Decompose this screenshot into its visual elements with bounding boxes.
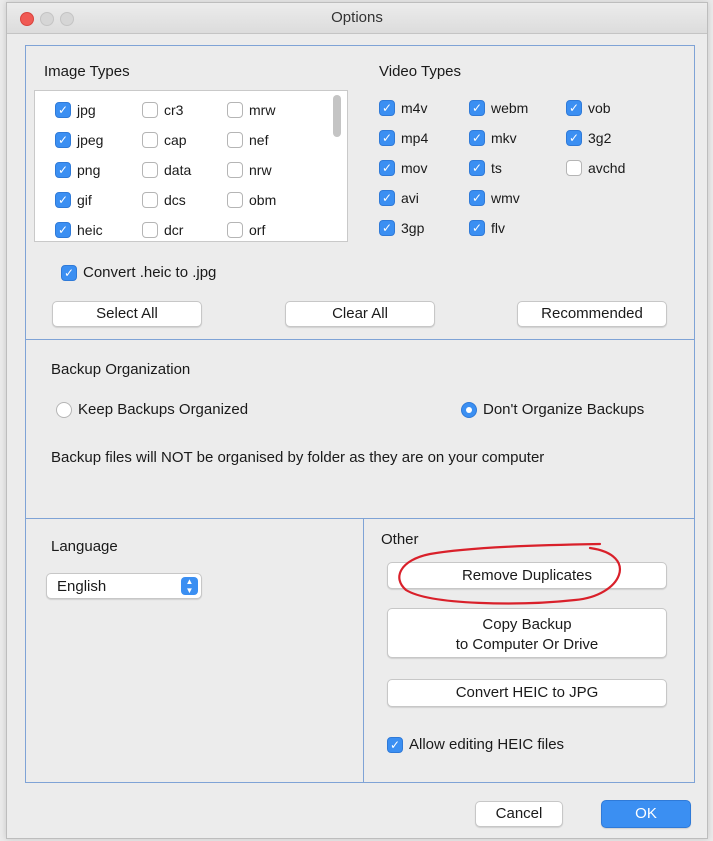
- select-all-button[interactable]: Select All: [52, 301, 202, 327]
- image-type-heic[interactable]: ✓ heic: [55, 222, 103, 238]
- recommended-button[interactable]: Recommended: [517, 301, 667, 327]
- checkbox-icon: ✓: [55, 192, 71, 208]
- remove-duplicates-button[interactable]: Remove Duplicates: [387, 562, 667, 589]
- stepper-arrows-icon: ▲ ▼: [181, 577, 198, 595]
- image-types-list: ✓ jpg cr3 mrw ✓ jpeg cap nef ✓ png data nrw…: [34, 90, 348, 242]
- checkbox-icon: [227, 192, 243, 208]
- checkbox-icon: ✓: [379, 160, 395, 176]
- cancel-button[interactable]: Cancel: [475, 801, 563, 827]
- checkbox-icon: ✓: [387, 736, 403, 753]
- image-type-obm[interactable]: obm: [227, 192, 276, 208]
- section-divider: [26, 339, 694, 340]
- image-type-cr3[interactable]: cr3: [142, 102, 183, 118]
- video-type-webm[interactable]: ✓ webm: [469, 100, 528, 116]
- video-type-ts[interactable]: ✓ ts: [469, 160, 502, 176]
- checkbox-icon: [142, 132, 158, 148]
- video-type-m4v[interactable]: ✓ m4v: [379, 100, 427, 116]
- language-select[interactable]: English ▲ ▼: [46, 573, 202, 599]
- checkbox-icon: ✓: [469, 100, 485, 116]
- video-type-mp4[interactable]: ✓ mp4: [379, 130, 428, 146]
- section-divider: [26, 518, 694, 519]
- video-type-3g2[interactable]: ✓ 3g2: [566, 130, 611, 146]
- checkbox-icon: ✓: [469, 220, 485, 236]
- checkbox-icon: [227, 222, 243, 238]
- language-heading: Language: [51, 538, 118, 555]
- checkbox-icon: ✓: [55, 102, 71, 118]
- image-type-dcs[interactable]: dcs: [142, 192, 186, 208]
- keep-backups-organized-radio[interactable]: Keep Backups Organized: [56, 401, 248, 418]
- image-type-jpg[interactable]: ✓ jpg: [55, 102, 96, 118]
- backup-organization-heading: Backup Organization: [51, 361, 191, 378]
- copy-backup-label-line2: to Computer Or Drive: [455, 636, 599, 653]
- image-type-mrw[interactable]: mrw: [227, 102, 275, 118]
- video-type-avi[interactable]: ✓ avi: [379, 190, 419, 206]
- clear-all-button[interactable]: Clear All: [285, 301, 435, 327]
- radio-icon: [56, 401, 72, 418]
- window-title: Options: [331, 9, 383, 26]
- checkbox-icon: ✓: [55, 162, 71, 178]
- image-type-jpeg[interactable]: ✓ jpeg: [55, 132, 103, 148]
- checkbox-icon: ✓: [379, 100, 395, 116]
- image-type-gif[interactable]: ✓ gif: [55, 192, 92, 208]
- checkbox-icon: ✓: [469, 160, 485, 176]
- convert-heic-checkbox[interactable]: ✓ Convert .heic to .jpg: [61, 264, 216, 281]
- checkbox-icon: ✓: [55, 132, 71, 148]
- checkbox-icon: [142, 192, 158, 208]
- checkbox-icon: ✓: [379, 190, 395, 206]
- video-type-mkv[interactable]: ✓ mkv: [469, 130, 517, 146]
- checkbox-icon: [142, 102, 158, 118]
- video-type-3gp[interactable]: ✓ 3gp: [379, 220, 424, 236]
- checkbox-icon: ✓: [566, 130, 582, 146]
- image-type-dcr[interactable]: dcr: [142, 222, 183, 238]
- language-value: English: [57, 578, 107, 595]
- checkbox-icon: ✓: [469, 190, 485, 206]
- checkbox-icon: [142, 162, 158, 178]
- checkbox-icon: [227, 102, 243, 118]
- dont-organize-backups-radio[interactable]: Don't Organize Backups: [461, 401, 644, 418]
- checkbox-icon: ✓: [379, 130, 395, 146]
- other-heading: Other: [381, 531, 419, 548]
- checkbox-icon: [566, 160, 582, 176]
- radio-icon: [461, 401, 477, 418]
- checkbox-icon: ✓: [469, 130, 485, 146]
- checkbox-icon: ✓: [61, 264, 77, 281]
- video-type-vob[interactable]: ✓ vob: [566, 100, 611, 116]
- allow-editing-heic-checkbox[interactable]: ✓ Allow editing HEIC files: [387, 736, 564, 753]
- image-types-heading: Image Types: [44, 63, 130, 80]
- checkbox-icon: [227, 132, 243, 148]
- checkbox-icon: [142, 222, 158, 238]
- image-type-nrw[interactable]: nrw: [227, 162, 272, 178]
- list-scrollbar[interactable]: [333, 95, 341, 137]
- backup-description: Backup files will NOT be organised by fo…: [51, 449, 545, 466]
- convert-heic-to-jpg-button[interactable]: Convert HEIC to JPG: [387, 679, 667, 707]
- video-types-heading: Video Types: [379, 63, 462, 80]
- video-type-wmv[interactable]: ✓ wmv: [469, 190, 520, 206]
- image-type-nef[interactable]: nef: [227, 132, 268, 148]
- title-bar: Options: [7, 3, 707, 34]
- video-type-mov[interactable]: ✓ mov: [379, 160, 427, 176]
- image-type-png[interactable]: ✓ png: [55, 162, 100, 178]
- image-type-cap[interactable]: cap: [142, 132, 187, 148]
- ok-button[interactable]: OK: [601, 800, 691, 828]
- copy-backup-label-line1: Copy Backup: [482, 616, 572, 633]
- checkbox-icon: [227, 162, 243, 178]
- checkbox-icon: ✓: [55, 222, 71, 238]
- video-type-avchd[interactable]: avchd: [566, 160, 625, 176]
- video-type-flv[interactable]: ✓ flv: [469, 220, 505, 236]
- image-type-data[interactable]: data: [142, 162, 191, 178]
- column-divider: [363, 518, 364, 782]
- image-type-orf[interactable]: orf: [227, 222, 265, 238]
- checkbox-icon: ✓: [566, 100, 582, 116]
- copy-backup-button[interactable]: Copy Backup to Computer Or Drive: [387, 608, 667, 658]
- checkbox-icon: ✓: [379, 220, 395, 236]
